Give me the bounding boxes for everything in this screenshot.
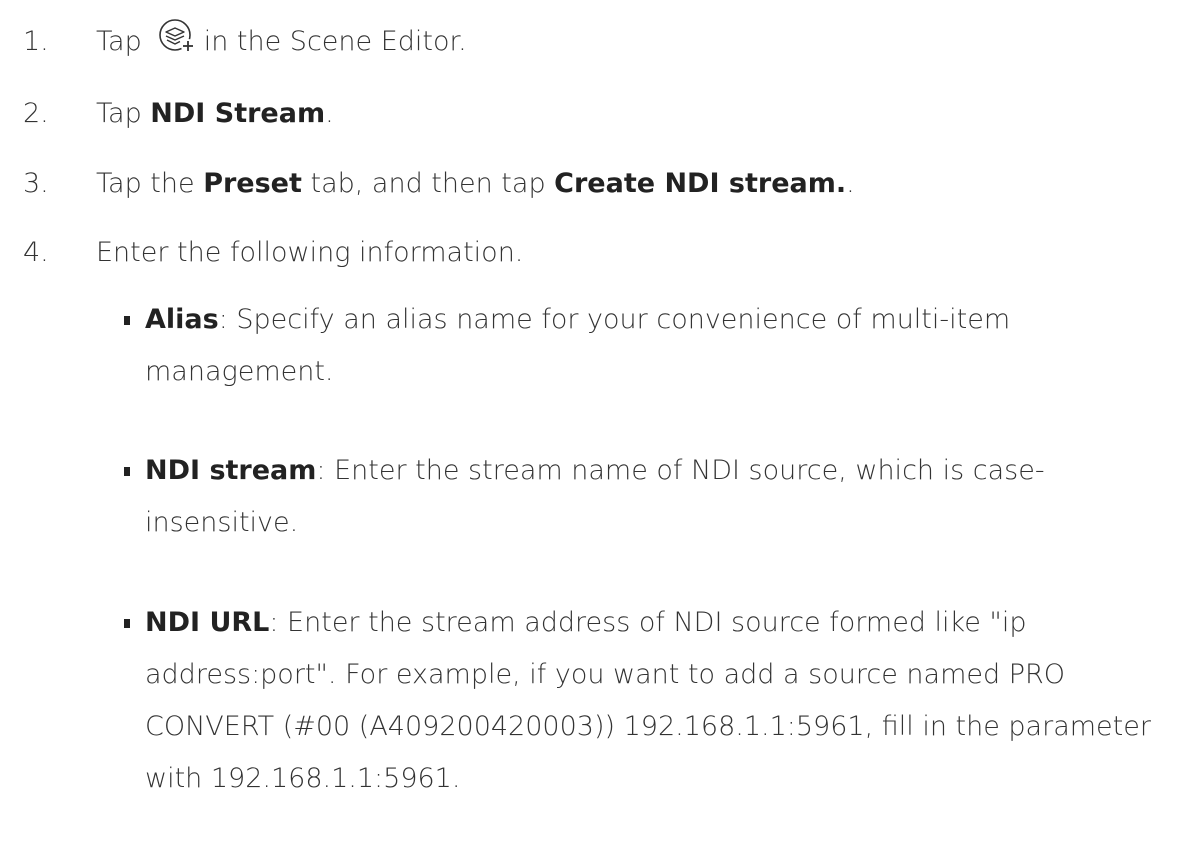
step-2: 2. Tap NDI Stream. [23,94,334,134]
field-description: : Specify an alias name for your conveni… [145,304,1011,387]
step-number: 3. [23,168,49,199]
step-text: Tap the [96,168,204,199]
field-ndi-url: NDI URL: Enter the stream address of NDI… [124,597,1185,805]
step-text: tab, and then tap [301,168,555,199]
bullet-marker [124,619,130,628]
step-3: 3. Tap the Preset tab, and then tap Creat… [23,164,855,204]
instructions-document: 1. Tap in the Scene Editor. 2. Tap NDI Str… [0,0,1200,858]
field-ndi-stream: NDI stream: Enter the stream name of NDI… [124,445,1185,549]
preset-term: Preset [203,168,302,199]
step-1: 1. Tap in the Scene Editor. [23,18,467,63]
step-text: in the Scene Editor. [203,26,467,57]
step-text: Enter the following information. [96,237,524,268]
field-alias: Alias: Specify an alias name for your co… [124,294,1185,398]
create-ndi-stream-term: Create NDI stream. [554,168,847,199]
step-text: Tap [96,98,151,129]
step-text: Tap [96,26,142,57]
step-4: 4. Enter the following information. [23,233,523,273]
step-number: 1. [23,26,49,57]
add-layer-icon [156,17,198,57]
bullet-marker [124,467,130,476]
step-text: . [325,98,334,129]
field-term: NDI URL [145,607,270,638]
bullet-marker [124,316,130,325]
ndi-stream-term: NDI Stream [150,98,326,129]
step-number: 2. [23,98,49,129]
field-description: : Enter the stream address of NDI source… [145,607,1151,794]
field-term: NDI stream [145,455,317,486]
step-number: 4. [23,237,49,268]
step-text: . [846,168,855,199]
field-term: Alias [145,304,219,335]
